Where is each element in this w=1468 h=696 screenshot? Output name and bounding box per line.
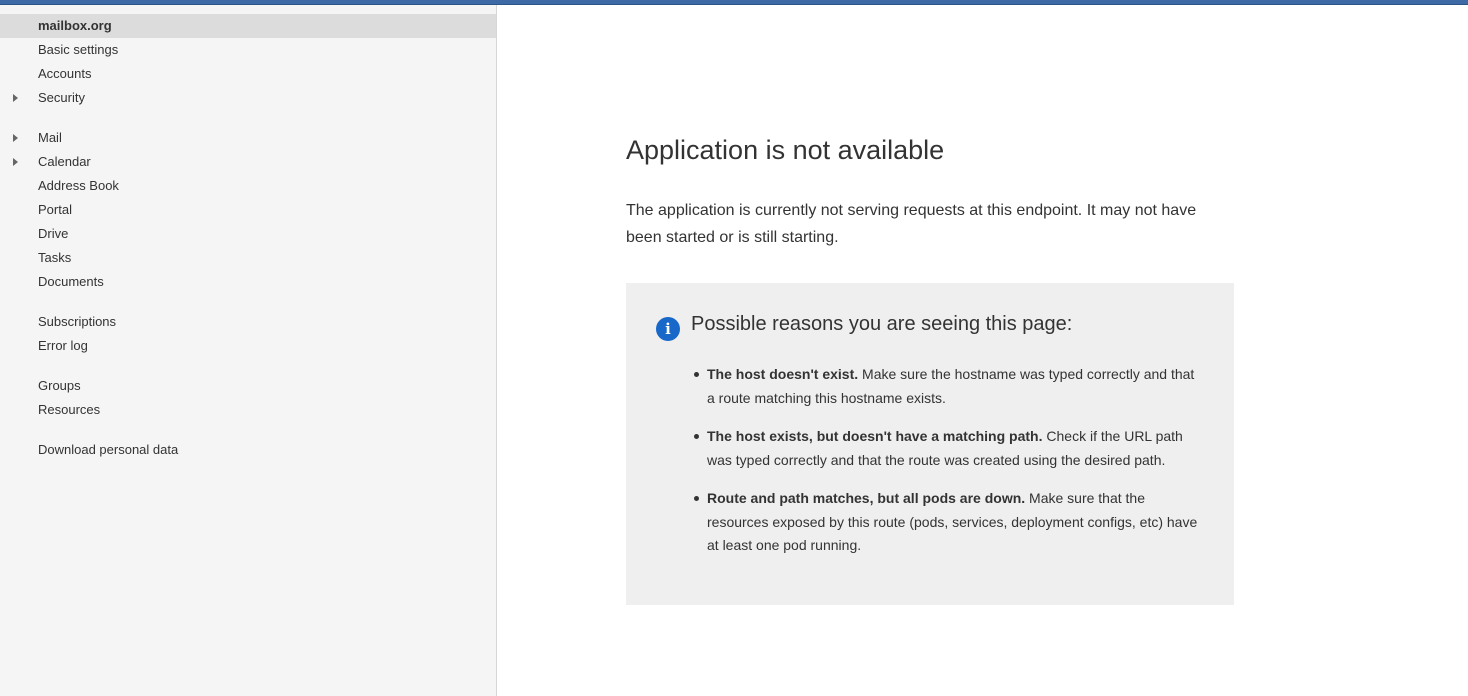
sidebar-item-label: Security	[38, 90, 85, 105]
sidebar-item-label: Tasks	[38, 250, 72, 265]
reason-item: The host doesn't exist. Make sure the ho…	[694, 363, 1202, 410]
expand-caret-icon[interactable]	[13, 158, 18, 166]
sidebar-item-tasks[interactable]: Tasks	[0, 246, 496, 270]
sidebar-item-label: Basic settings	[38, 42, 119, 57]
reason-title: The host exists, but doesn't have a matc…	[707, 428, 1043, 444]
reason-title: The host doesn't exist.	[707, 366, 859, 382]
sidebar-item-portal[interactable]: Portal	[0, 198, 496, 222]
sidebar-item-label: Download personal data	[38, 442, 179, 457]
sidebar-item-mailbox-org[interactable]: mailbox.org	[0, 14, 496, 38]
sidebar-item-label: Calendar	[38, 154, 91, 169]
sidebar-item-label: Accounts	[38, 66, 92, 81]
sidebar-item-label: Documents	[38, 274, 104, 289]
sidebar-item-accounts[interactable]: Accounts	[0, 62, 496, 86]
settings-sidebar: mailbox.org Basic settings Accounts Secu…	[0, 5, 497, 696]
reason-item: The host exists, but doesn't have a matc…	[694, 425, 1202, 472]
reasons-heading: Possible reasons you are seeing this pag…	[691, 313, 1073, 335]
sidebar-item-label: Resources	[38, 402, 101, 417]
sidebar-item-label: mailbox.org	[38, 18, 112, 33]
sidebar-item-label: Groups	[38, 378, 81, 393]
sidebar-item-drive[interactable]: Drive	[0, 222, 496, 246]
reason-title: Route and path matches, but all pods are…	[707, 490, 1026, 506]
sidebar-item-download-personal-data[interactable]: Download personal data	[0, 438, 496, 462]
sidebar-item-subscriptions[interactable]: Subscriptions	[0, 310, 496, 334]
sidebar-item-label: Error log	[38, 338, 88, 353]
sidebar-item-groups[interactable]: Groups	[0, 374, 496, 398]
sidebar-item-label: Portal	[38, 202, 72, 217]
sidebar-item-label: Address Book	[38, 178, 119, 193]
error-description: The application is currently not serving…	[626, 202, 1197, 246]
expand-caret-icon[interactable]	[13, 94, 18, 102]
sidebar-item-documents[interactable]: Documents	[0, 270, 496, 294]
sidebar-item-basic-settings[interactable]: Basic settings	[0, 38, 496, 62]
sidebar-item-error-log[interactable]: Error log	[0, 334, 496, 358]
sidebar-item-label: Subscriptions	[38, 314, 117, 329]
sidebar-item-calendar[interactable]: Calendar	[0, 150, 496, 174]
info-icon: i	[656, 317, 680, 341]
sidebar-item-security[interactable]: Security	[0, 86, 496, 110]
sidebar-item-resources[interactable]: Resources	[0, 398, 496, 422]
sidebar-item-label: Mail	[38, 130, 62, 145]
possible-reasons-panel: i Possible reasons you are seeing this p…	[626, 283, 1234, 605]
expand-caret-icon[interactable]	[13, 134, 18, 142]
sidebar-item-mail[interactable]: Mail	[0, 126, 496, 150]
reason-item: Route and path matches, but all pods are…	[694, 487, 1202, 558]
page-title: Application is not available	[626, 135, 945, 165]
reasons-list: The host doesn't exist. Make sure the ho…	[694, 363, 1202, 573]
sidebar-item-label: Drive	[38, 226, 69, 241]
sidebar-item-address-book[interactable]: Address Book	[0, 174, 496, 198]
